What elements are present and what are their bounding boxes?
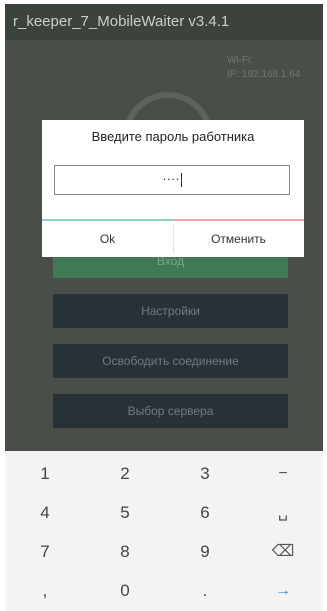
password-value: ···· — [162, 171, 180, 186]
ip-address: IP: 192.168.1.64 — [227, 69, 301, 80]
dialog-title: Введите пароль работника — [91, 129, 255, 144]
backspace-key-icon[interactable]: ⌫ — [243, 535, 323, 569]
key-5[interactable]: 5 — [85, 496, 165, 530]
password-input[interactable]: ···· — [54, 165, 290, 195]
key-2[interactable]: 2 — [85, 457, 165, 491]
app-title: r_keeper_7_MobileWaiter v3.4.1 — [5, 4, 323, 40]
comma-key[interactable]: , — [5, 574, 85, 608]
key-7[interactable]: 7 — [5, 535, 85, 569]
settings-button[interactable]: Настройки — [53, 294, 288, 328]
network-info: Wi-Fi: IP: 192.168.1.64 — [227, 54, 300, 82]
password-dialog: Введите пароль работника ···· Ok Отменит… — [42, 120, 304, 257]
dot-key[interactable]: . — [165, 574, 245, 608]
key-3[interactable]: 3 — [165, 457, 245, 491]
wifi-label: Wi-Fi: — [227, 55, 254, 66]
key-8[interactable]: 8 — [85, 535, 165, 569]
key-1[interactable]: 1 — [5, 457, 85, 491]
divider-right — [173, 219, 304, 221]
space-key-icon[interactable]: ␣ — [243, 496, 323, 530]
cancel-button[interactable]: Отменить — [173, 224, 304, 254]
app-window: r_keeper_7_MobileWaiter v3.4.1 Wi-Fi: IP… — [5, 4, 323, 611]
key-6[interactable]: 6 — [165, 496, 245, 530]
text-caret — [180, 172, 182, 187]
numeric-keypad: 1 2 3 − 4 5 6 ␣ 7 8 9 ⌫ , 0 . → — [5, 451, 323, 611]
enter-arrow-icon[interactable]: → — [243, 574, 323, 608]
minus-key[interactable]: − — [243, 457, 323, 491]
release-connection-button[interactable]: Освободить соединение — [53, 344, 288, 378]
select-server-button[interactable]: Выбор сервера — [53, 394, 288, 428]
key-9[interactable]: 9 — [165, 535, 245, 569]
ok-button[interactable]: Ok — [42, 224, 174, 254]
key-4[interactable]: 4 — [5, 496, 85, 530]
divider-left — [42, 219, 173, 221]
dialog-divider — [42, 219, 304, 221]
key-0[interactable]: 0 — [85, 574, 165, 608]
